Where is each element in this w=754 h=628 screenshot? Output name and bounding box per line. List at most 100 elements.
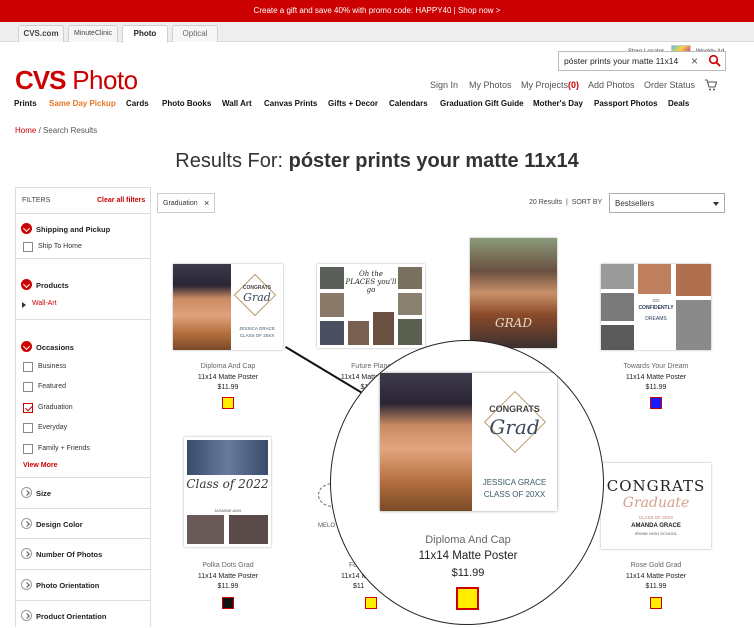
order-status-link[interactable]: Order Status xyxy=(644,80,695,90)
nav-graduation-gift-guide[interactable]: Graduation Gift Guide xyxy=(440,99,524,108)
product-image[interactable]: GO CONFIDENTLY DREAMS xyxy=(601,264,711,350)
product-price: $11.99 xyxy=(217,583,239,590)
business-checkbox[interactable] xyxy=(23,362,33,372)
active-filter-label: Graduation xyxy=(163,200,198,207)
tab-photo[interactable]: Photo xyxy=(122,25,168,43)
tab-minuteclinic[interactable]: MinuteClinic xyxy=(68,25,118,42)
nav-passport-photos[interactable]: Passport Photos xyxy=(594,99,658,108)
nav-wall-art[interactable]: Wall Art xyxy=(222,99,252,108)
ship-to-home-label: Ship To Home xyxy=(38,243,82,250)
collapse-icon[interactable] xyxy=(21,341,32,352)
filter-photo-orientation[interactable]: Photo Orientation xyxy=(16,570,150,601)
zoom-product-price: $11.99 xyxy=(451,567,485,579)
product-type: 11x14 Matte Poster xyxy=(197,573,259,580)
nav-same-day-pickup[interactable]: Same Day Pickup xyxy=(49,99,116,108)
logo-brand: CVS xyxy=(15,65,66,95)
color-swatch[interactable] xyxy=(650,397,662,409)
design-color-title[interactable]: Design Color xyxy=(36,520,83,529)
clear-search-icon[interactable]: × xyxy=(691,54,698,68)
filter-design-color[interactable]: Design Color xyxy=(16,509,150,539)
sort-value: Bestsellers xyxy=(615,199,655,208)
my-projects-link[interactable]: My Projects(0) xyxy=(521,80,579,90)
filter-number-of-photos[interactable]: Number Of Photos xyxy=(16,539,150,570)
tab-optical[interactable]: Optical xyxy=(172,25,218,42)
filters-title: FILTERS xyxy=(22,197,51,204)
photo-orientation-title[interactable]: Photo Orientation xyxy=(36,581,99,590)
my-projects-label: My Projects xyxy=(521,80,569,90)
nav-calendars[interactable]: Calendars xyxy=(389,99,428,108)
product-image[interactable]: GRAD xyxy=(470,238,557,348)
ship-to-home-checkbox[interactable] xyxy=(23,242,33,252)
expand-icon[interactable] xyxy=(21,548,32,559)
size-title[interactable]: Size xyxy=(36,489,51,498)
zoom-color-swatch xyxy=(456,587,479,610)
collapse-icon[interactable] xyxy=(21,223,32,234)
promo-banner[interactable]: Create a gift and save 40% with promo co… xyxy=(0,0,754,22)
clear-all-filters[interactable]: Clear all filters xyxy=(97,197,145,204)
filter-product-orientation[interactable]: Product Orientation xyxy=(16,601,150,628)
product-image[interactable]: CONGRATS Graduate CLASS OF 20XX AMANDA G… xyxy=(601,463,711,549)
color-swatch[interactable] xyxy=(222,597,234,609)
wall-art-link[interactable]: Wall-Art xyxy=(32,300,57,307)
nav-gifts-decor[interactable]: Gifts + Decor xyxy=(328,99,378,108)
cvs-photo-logo[interactable]: CVS Photo xyxy=(15,65,138,95)
view-more-link[interactable]: View More xyxy=(23,462,58,469)
search-input[interactable]: póster prints your matte 11x14 xyxy=(564,56,678,66)
expand-arrow-icon[interactable] xyxy=(22,302,26,308)
search-box[interactable]: póster prints your matte 11x14 × xyxy=(558,51,726,71)
expand-icon[interactable] xyxy=(21,579,32,590)
promo-text[interactable]: Create a gift and save 40% with promo co… xyxy=(254,6,501,15)
art-congrats: CONGRATS xyxy=(489,404,540,414)
nav-prints[interactable]: Prints xyxy=(14,99,37,108)
expand-icon[interactable] xyxy=(21,487,32,498)
nav-photo-books[interactable]: Photo Books xyxy=(162,99,211,108)
product-name[interactable]: Towards Your Dream xyxy=(596,363,716,370)
product-price: $11.99 xyxy=(645,583,667,590)
family-friends-checkbox[interactable] xyxy=(23,444,33,454)
photo-tile xyxy=(398,267,422,289)
active-filter-chip[interactable]: Graduation × xyxy=(157,193,215,213)
product-orientation-title[interactable]: Product Orientation xyxy=(36,612,106,621)
shipping-title[interactable]: Shipping and Pickup xyxy=(36,225,110,234)
number-of-photos-title[interactable]: Number Of Photos xyxy=(36,550,102,559)
color-swatch[interactable] xyxy=(365,597,377,609)
remove-filter-icon[interactable]: × xyxy=(204,198,209,208)
graduate-photo xyxy=(380,373,472,511)
photo-tile xyxy=(638,264,671,294)
tab-cvs[interactable]: CVS.com xyxy=(18,25,64,42)
nav-cards[interactable]: Cards xyxy=(126,99,149,108)
breadcrumb-home[interactable]: Home xyxy=(15,126,36,135)
product-image[interactable]: Oh the PLACES you'll go xyxy=(317,264,425,348)
photo-tile xyxy=(398,293,422,315)
product-image[interactable]: CONGRATS Grad JESSICA GRACE CLASS OF 20X… xyxy=(173,264,283,350)
cart-icon[interactable] xyxy=(704,78,718,92)
breadcrumb-current: Search Results xyxy=(43,126,98,135)
products-title[interactable]: Products xyxy=(36,281,69,290)
nav-canvas-prints[interactable]: Canvas Prints xyxy=(264,99,317,108)
art-grad: GRAD xyxy=(495,316,532,330)
product-name[interactable]: Diploma And Cap xyxy=(168,363,288,370)
nav-deals[interactable]: Deals xyxy=(668,99,689,108)
color-swatch[interactable] xyxy=(222,397,234,409)
search-icon[interactable] xyxy=(708,54,722,68)
sort-divider: | xyxy=(565,199,568,206)
expand-icon[interactable] xyxy=(21,610,32,621)
color-swatch[interactable] xyxy=(650,597,662,609)
product-name[interactable]: Polka Dots Grad xyxy=(168,562,288,569)
occasions-title[interactable]: Occasions xyxy=(36,343,74,352)
zoom-magnifier: CONGRATS Grad JESSICA GRACE CLASS OF 20X… xyxy=(330,340,604,625)
product-image[interactable]: Class of 2022 JASMINE ANN xyxy=(184,437,271,547)
product-name[interactable]: Rose Gold Grad xyxy=(596,562,716,569)
sort-select[interactable]: Bestsellers xyxy=(609,193,725,213)
my-photos-link[interactable]: My Photos xyxy=(469,80,512,90)
add-photos-link[interactable]: Add Photos xyxy=(588,80,635,90)
graduation-checkbox[interactable] xyxy=(23,403,33,413)
featured-checkbox[interactable] xyxy=(23,382,33,392)
filter-size[interactable]: Size xyxy=(16,478,150,509)
expand-icon[interactable] xyxy=(21,518,32,529)
nav-mothers-day[interactable]: Mother's Day xyxy=(533,99,583,108)
photo-tile xyxy=(601,293,634,321)
collapse-icon[interactable] xyxy=(21,279,32,290)
sign-in-link[interactable]: Sign In xyxy=(430,80,458,90)
everyday-checkbox[interactable] xyxy=(23,423,33,433)
